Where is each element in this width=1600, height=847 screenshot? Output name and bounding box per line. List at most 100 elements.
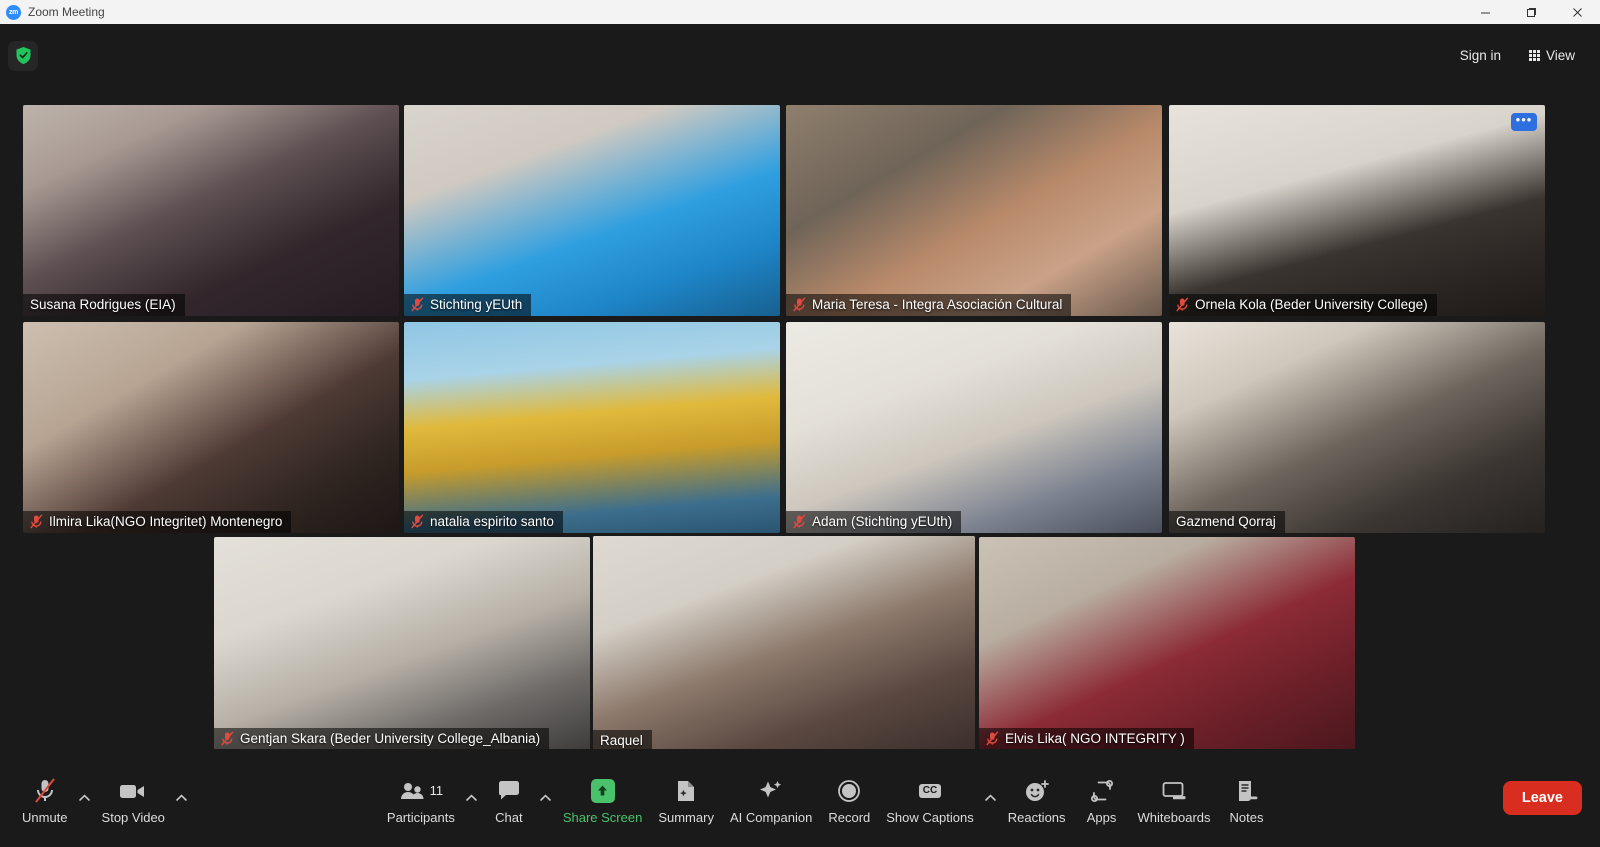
chevron-up-icon[interactable] bbox=[463, 793, 481, 802]
header-actions: Sign in View bbox=[1449, 41, 1586, 71]
mic-muted-icon bbox=[30, 514, 43, 529]
close-button[interactable] bbox=[1554, 0, 1600, 24]
mic-muted-icon bbox=[30, 514, 43, 529]
mic-muted-icon bbox=[793, 514, 806, 529]
participant-name-bar: Stichting yEUth bbox=[404, 294, 532, 316]
participant-name-label: Stichting yEUth bbox=[430, 297, 523, 312]
participant-name-bar: Elvis Lika( NGO INTEGRITY ) bbox=[979, 728, 1194, 750]
mic-muted-icon bbox=[1176, 297, 1189, 312]
summary-doc-icon bbox=[675, 776, 697, 806]
mic-muted-icon bbox=[1176, 297, 1189, 312]
participant-tile[interactable]: Gazmend Qorraj bbox=[1169, 322, 1545, 533]
leave-button[interactable]: Leave bbox=[1502, 781, 1582, 815]
chevron-up-icon[interactable] bbox=[173, 793, 191, 802]
participant-tile[interactable]: Maria Teresa - Integra Asociación Cultur… bbox=[786, 105, 1162, 316]
participant-name-label: Adam (Stichting yEUth) bbox=[812, 514, 953, 529]
window-controls bbox=[1462, 0, 1600, 24]
toolbar-item-label: Participants bbox=[386, 809, 455, 825]
mic-muted-icon bbox=[221, 731, 234, 746]
toolbar-record-button[interactable]: Record bbox=[820, 772, 878, 825]
toolbar-item-label: AI Companion bbox=[729, 809, 813, 825]
participant-tile[interactable]: Raquel bbox=[593, 536, 975, 752]
participant-tile[interactable]: Gentjan Skara (Beder University College_… bbox=[214, 537, 590, 750]
view-label: View bbox=[1545, 48, 1575, 63]
reactions-smiley-icon bbox=[1024, 776, 1050, 806]
view-button[interactable]: View bbox=[1518, 41, 1586, 71]
toolbar-notes-button[interactable]: Notes bbox=[1219, 772, 1275, 825]
participant-name-bar: natalia espirito santo bbox=[404, 511, 563, 533]
participant-tile[interactable]: Adam (Stichting yEUth) bbox=[786, 322, 1162, 533]
tile-more-options-icon[interactable]: ••• bbox=[1511, 113, 1537, 131]
apps-icon bbox=[1090, 776, 1114, 806]
participant-video bbox=[404, 105, 780, 316]
toolbar-apps-button[interactable]: Apps bbox=[1074, 772, 1130, 825]
chevron-up-icon[interactable] bbox=[982, 793, 1000, 802]
toolbar-chat-button[interactable]: Chat bbox=[481, 772, 537, 825]
participant-name-bar: Adam (Stichting yEUth) bbox=[786, 511, 962, 533]
toolbar-share-screen-button[interactable]: Share Screen bbox=[555, 772, 651, 825]
participant-video bbox=[23, 322, 399, 533]
participant-video bbox=[979, 537, 1355, 750]
minimize-button[interactable] bbox=[1462, 0, 1508, 24]
mic-muted-icon bbox=[793, 297, 806, 312]
participant-video bbox=[404, 322, 780, 533]
toolbar-participants-button[interactable]: 11 Participants bbox=[379, 772, 463, 825]
participant-video bbox=[786, 105, 1162, 316]
mic-muted-icon bbox=[793, 297, 806, 312]
participants-icon: 11 bbox=[399, 776, 444, 806]
participant-name-label: Ornela Kola (Beder University College) bbox=[1195, 297, 1428, 312]
toolbar-item-label: Reactions bbox=[1007, 809, 1066, 825]
participant-tile[interactable]: Elvis Lika( NGO INTEGRITY ) bbox=[979, 537, 1355, 750]
participant-video bbox=[593, 536, 975, 752]
cc-label: CC bbox=[918, 783, 942, 798]
toolbar-summary-button[interactable]: Summary bbox=[650, 772, 722, 825]
participant-count: 11 bbox=[429, 783, 444, 798]
maximize-button[interactable] bbox=[1508, 0, 1554, 24]
participant-name-bar: Maria Teresa - Integra Asociación Cultur… bbox=[786, 294, 1072, 316]
participant-tile[interactable]: Ornela Kola (Beder University College) ••… bbox=[1169, 105, 1545, 316]
participant-tile[interactable]: Stichting yEUth bbox=[404, 105, 780, 316]
mic-muted-icon bbox=[793, 514, 806, 529]
window-title: Zoom Meeting bbox=[28, 5, 105, 19]
participant-video bbox=[786, 322, 1162, 533]
toolbar-item-label: Chat bbox=[495, 809, 523, 825]
toolbar-stop-video-button[interactable]: Stop Video bbox=[94, 772, 173, 825]
participant-name-bar: Susana Rodrigues (EIA) bbox=[23, 294, 185, 316]
chevron-up-icon[interactable] bbox=[76, 793, 94, 802]
video-gallery: Susana Rodrigues (EIA) Stichting yEUth M… bbox=[0, 87, 1600, 752]
participant-tile[interactable]: natalia espirito santo bbox=[404, 322, 780, 533]
participant-name-label: Maria Teresa - Integra Asociación Cultur… bbox=[812, 297, 1063, 312]
toolbar-show-captions-button[interactable]: CC Show Captions bbox=[878, 772, 981, 825]
mic-muted-icon bbox=[33, 776, 57, 806]
sign-in-button[interactable]: Sign in bbox=[1449, 41, 1512, 71]
chevron-up-icon[interactable] bbox=[537, 793, 555, 802]
notes-icon bbox=[1236, 776, 1258, 806]
toolbar-item-label: Summary bbox=[658, 809, 714, 825]
zoom-logo-icon: zm bbox=[6, 4, 21, 20]
participant-video bbox=[23, 105, 399, 316]
toolbar-reactions-button[interactable]: Reactions bbox=[1000, 772, 1074, 825]
toolbar-item-label: Unmute bbox=[22, 809, 68, 825]
sign-in-label: Sign in bbox=[1459, 48, 1501, 63]
toolbar-ai-companion-button[interactable]: AI Companion bbox=[722, 772, 820, 825]
participant-tile[interactable]: Susana Rodrigues (EIA) bbox=[23, 105, 399, 316]
toolbar-unmute-button[interactable]: Unmute bbox=[14, 772, 76, 825]
whiteboard-icon bbox=[1161, 776, 1187, 806]
mic-muted-icon bbox=[221, 731, 234, 746]
participant-name-label: Ilmira Lika(NGO Integritet) Montenegro bbox=[49, 514, 283, 529]
participant-tile[interactable]: Ilmira Lika(NGO Integritet) Montenegro bbox=[23, 322, 399, 533]
participant-name-bar: Gazmend Qorraj bbox=[1169, 511, 1285, 533]
participant-name-bar: Gentjan Skara (Beder University College_… bbox=[214, 728, 550, 750]
meeting-toolbar: Unmute Stop Video 11 Participants Chat Sh… bbox=[0, 749, 1600, 847]
toolbar-item-label: Apps bbox=[1086, 809, 1117, 825]
share-screen-icon bbox=[590, 776, 615, 806]
toolbar-item-label: Share Screen bbox=[562, 809, 643, 825]
participant-video bbox=[1169, 105, 1545, 316]
participant-name-label: Raquel bbox=[600, 733, 643, 748]
mic-muted-icon bbox=[411, 514, 424, 529]
mic-muted-icon bbox=[986, 731, 999, 746]
toolbar-item-label: Record bbox=[828, 809, 871, 825]
window-title-bar: zm Zoom Meeting bbox=[0, 0, 1600, 24]
shield-check-icon[interactable] bbox=[8, 40, 38, 71]
toolbar-whiteboards-button[interactable]: Whiteboards bbox=[1130, 772, 1219, 825]
